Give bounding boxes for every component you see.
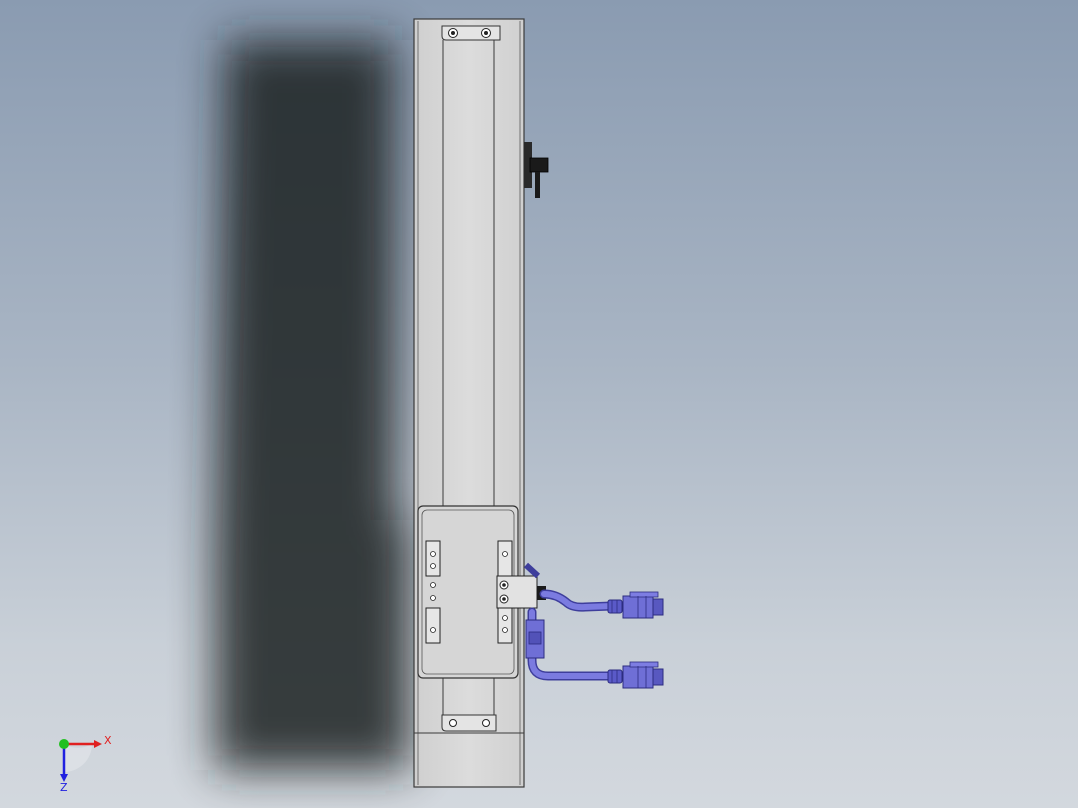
bottom-end-plate[interactable]: [441, 714, 497, 732]
reference-triad: X Z: [59, 734, 112, 794]
connector-plug-upper[interactable]: [622, 591, 664, 619]
z-axis-label: Z: [60, 781, 68, 794]
y-axis-marker: [59, 739, 69, 749]
cable-lower[interactable]: [525, 607, 623, 684]
graphics-viewport[interactable]: X Z: [0, 0, 1078, 808]
motor-connector-block[interactable]: [496, 575, 546, 609]
3d-model-scene[interactable]: X Z: [0, 0, 1078, 808]
top-end-cap[interactable]: [441, 25, 501, 41]
model-shadow: [215, 40, 410, 770]
sensor-bracket[interactable]: [524, 142, 549, 198]
connector-plug-lower[interactable]: [622, 661, 664, 689]
x-axis-label: X: [104, 734, 112, 747]
